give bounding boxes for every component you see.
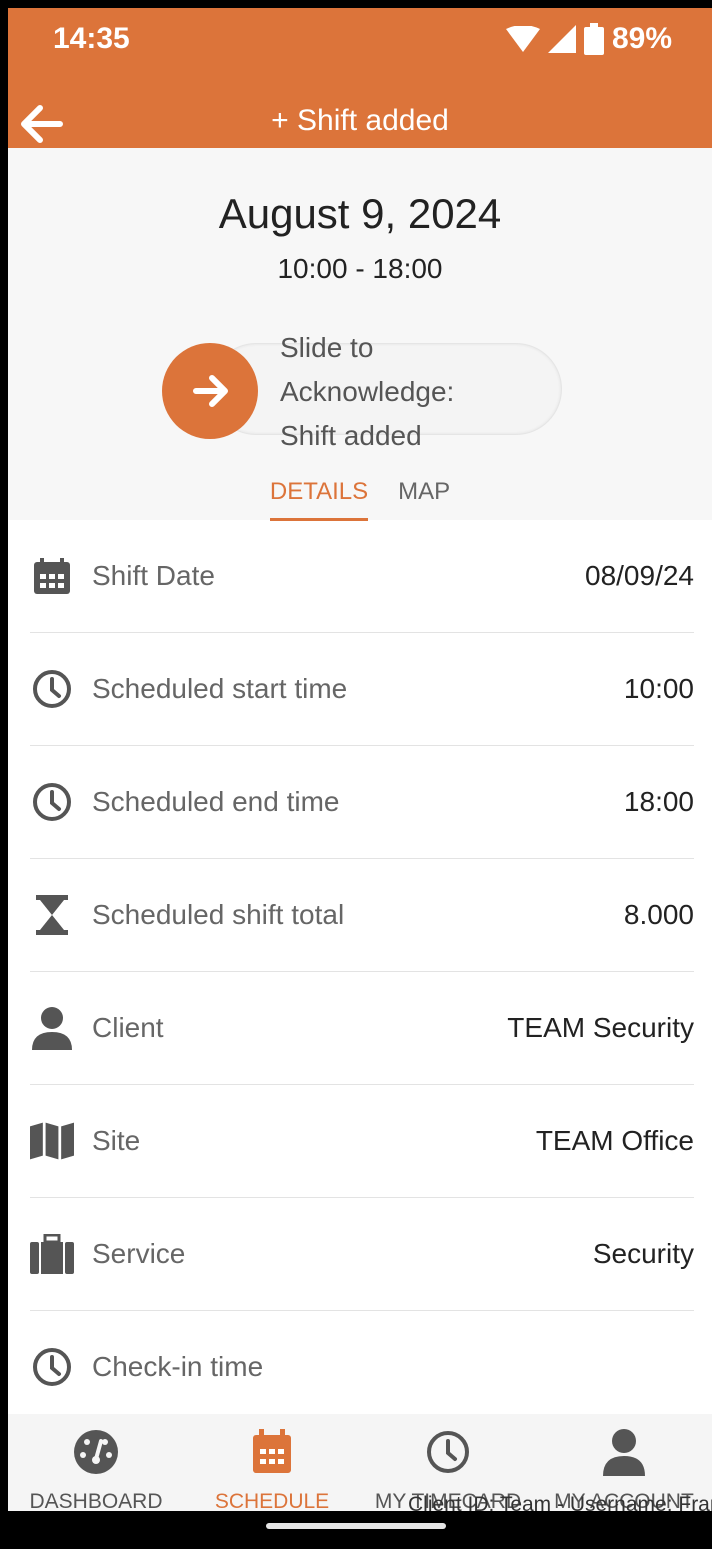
- row-value: 8.000: [623, 899, 694, 930]
- bottom-nav: DASHBOARD SCHEDULE MY TIMECARD MY ACCOUN…: [8, 1414, 712, 1511]
- battery-icon: [583, 23, 604, 55]
- row-value: 18:00: [623, 786, 694, 817]
- row-label: Shift Date: [92, 560, 215, 591]
- page-title-text: Shift added: [297, 104, 449, 137]
- list-item-shift-date: Shift Date 08/09/24: [30, 520, 694, 633]
- shift-date-heading: August 9, 2024: [218, 190, 502, 237]
- dashboard-icon: [8, 1426, 184, 1478]
- top-bar: 14:35 89% + Shift added: [8, 8, 712, 148]
- page-title: + Shift added: [8, 104, 712, 138]
- row-label: Client: [92, 1012, 164, 1043]
- map-icon: [30, 1119, 74, 1163]
- app-screen: 14:35 89% + Shift added August 9, 2024 1…: [8, 8, 712, 1511]
- person-icon: [536, 1426, 712, 1478]
- status-icons: 89%: [505, 22, 672, 56]
- calendar-icon: [30, 554, 74, 598]
- shift-header: August 9, 2024 10:00 - 18:00 Slide to Ac…: [8, 148, 712, 521]
- row-label: Scheduled shift total: [92, 899, 345, 930]
- person-icon: [30, 1006, 74, 1050]
- clock-icon: [30, 1345, 74, 1389]
- row-value: TEAM Security: [507, 1012, 694, 1043]
- shift-time-range: 10:00 - 18:00: [277, 253, 443, 284]
- nav-label: SCHEDULE: [214, 1490, 330, 1511]
- row-label: Service: [92, 1238, 186, 1269]
- list-item-check-in: Check-in time: [30, 1311, 694, 1424]
- hourglass-icon: [30, 893, 74, 937]
- acknowledge-slider-knob[interactable]: [162, 343, 258, 439]
- status-time: 14:35: [53, 22, 130, 55]
- row-label: Check-in time: [92, 1351, 264, 1382]
- battery-level: 89%: [611, 22, 672, 55]
- row-value: 10:00: [623, 673, 694, 704]
- acknowledge-slider-text: Slide to Acknowledge: Shift added: [280, 332, 455, 451]
- details-list: Shift Date 08/09/24 Scheduled start time…: [30, 520, 694, 1424]
- row-value: Security: [592, 1238, 694, 1269]
- row-label: Scheduled end time: [92, 786, 340, 817]
- row-label: Site: [92, 1125, 141, 1156]
- wifi-icon: [505, 26, 540, 52]
- nav-label: DASHBOARD: [29, 1490, 163, 1511]
- clock-icon: [360, 1426, 536, 1478]
- briefcase-icon: [30, 1232, 74, 1276]
- row-value: TEAM Office: [535, 1125, 694, 1156]
- clock-icon: [30, 780, 74, 824]
- detail-tabs: DETAILS MAP: [8, 474, 712, 521]
- list-item-end-time: Scheduled end time 18:00: [30, 746, 694, 859]
- list-item-service: Service Security: [30, 1198, 694, 1311]
- tab-map[interactable]: MAP: [398, 474, 450, 518]
- plus-icon: +: [271, 104, 289, 137]
- calendar-icon: [184, 1426, 360, 1478]
- list-item-shift-total: Scheduled shift total 8.000: [30, 859, 694, 972]
- nav-dashboard[interactable]: DASHBOARD: [8, 1426, 184, 1511]
- list-item-start-time: Scheduled start time 10:00: [30, 633, 694, 746]
- client-info-overlay: Client ID: Team - Username: Frankh: [408, 1493, 712, 1511]
- row-value: 08/09/24: [585, 560, 694, 591]
- list-item-client: Client TEAM Security: [30, 972, 694, 1085]
- clock-icon: [30, 667, 74, 711]
- list-item-site: Site TEAM Office: [30, 1085, 694, 1198]
- row-label: Scheduled start time: [92, 673, 348, 704]
- signal-icon: [547, 25, 576, 53]
- arrow-right-icon: [193, 375, 228, 407]
- nav-schedule[interactable]: SCHEDULE: [184, 1426, 360, 1511]
- tab-details[interactable]: DETAILS: [269, 474, 369, 521]
- home-indicator[interactable]: [266, 1523, 446, 1529]
